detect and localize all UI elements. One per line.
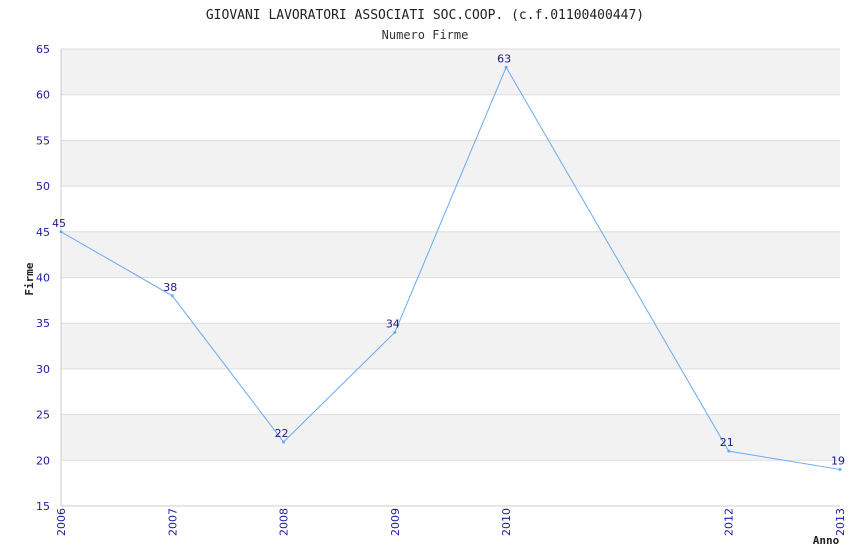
x-tick-label: 2012 [723,508,736,536]
chart-title: GIOVANI LAVORATORI ASSOCIATI SOC.COOP. (… [206,8,644,23]
data-label: 19 [831,454,845,467]
y-tick-label: 25 [36,409,50,422]
x-tick-label: 2010 [500,508,513,536]
band-40-45 [61,231,840,278]
data-label: 38 [163,281,177,294]
x-tick-label: 2009 [389,508,402,536]
data-point [59,230,63,234]
x-tick-label: 2006 [55,508,68,536]
band-60-65 [61,49,840,95]
y-tick-label: 60 [36,89,50,102]
y-tick-label: 30 [36,363,50,376]
data-point [393,330,397,334]
y-tick-label: 50 [36,180,50,193]
data-label: 22 [275,427,289,440]
data-label: 34 [386,317,400,330]
y-tick-label: 40 [36,272,50,285]
band-30-35 [61,323,840,369]
y-tick-label: 35 [36,317,50,330]
x-tick-label: 2013 [834,508,847,536]
chart-subtitle: Numero Firme [382,28,469,42]
data-point [170,294,174,298]
x-axis-title: Anno [813,534,840,547]
y-tick-label: 15 [36,500,50,513]
data-point [282,440,286,444]
x-tick-label: 2008 [278,508,291,536]
data-label: 63 [497,52,511,65]
y-tick-label: 20 [36,454,50,467]
line-chart: GIOVANI LAVORATORI ASSOCIATI SOC.COOP. (… [23,8,847,547]
y-axis-ticks: 15 20 25 30 35 40 45 50 55 60 65 [36,43,50,513]
data-label: 21 [720,436,734,449]
y-tick-label: 55 [36,134,50,147]
data-point [504,65,508,69]
y-tick-label: 45 [36,226,50,239]
background-bands [61,49,840,461]
band-50-55 [61,140,840,187]
data-point [727,449,731,453]
data-point [838,467,842,471]
x-tick-label: 2007 [166,508,179,536]
data-label: 45 [52,217,66,230]
y-axis-title: Firme [23,262,36,295]
y-tick-label: 65 [36,43,50,56]
x-axis-ticks: 2006 2007 2008 2009 2010 2012 2013 [55,508,847,536]
